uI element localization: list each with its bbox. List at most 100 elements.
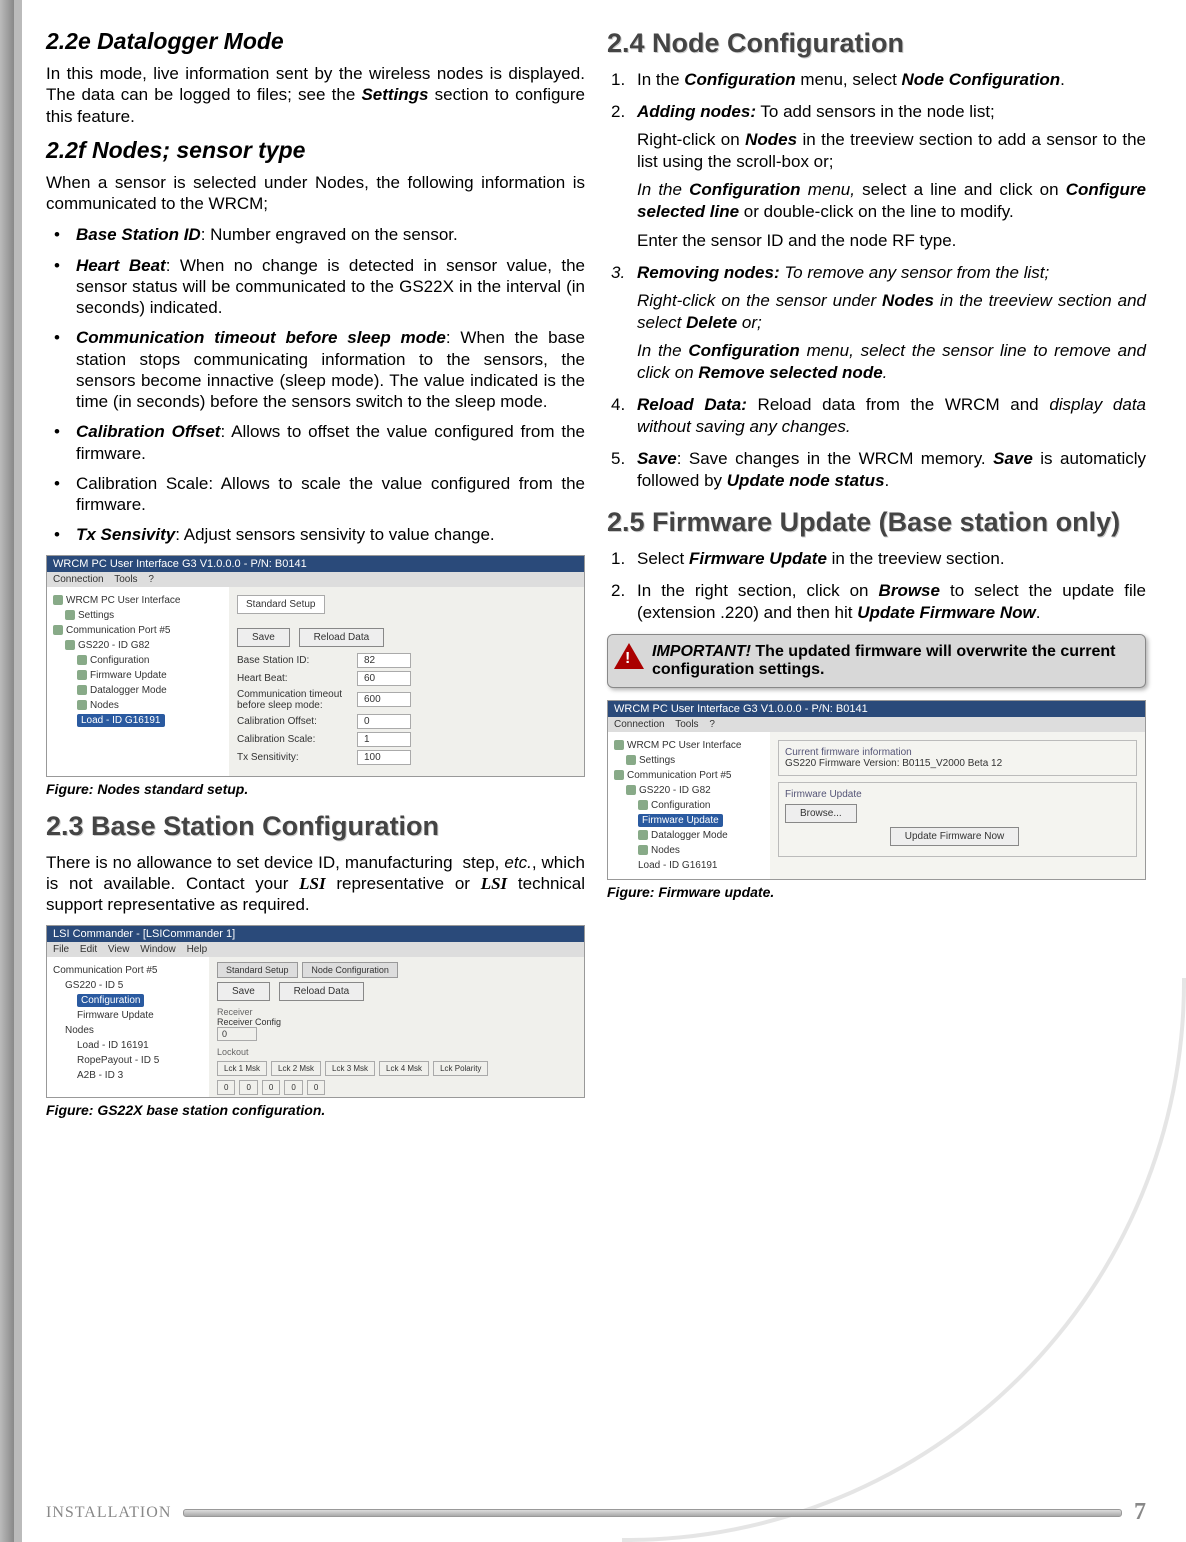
tree-cfg[interactable]: Configuration	[77, 653, 223, 668]
tree-settings[interactable]: Settings	[65, 608, 223, 623]
fig2-titlebar: LSI Commander - [LSICommander 1]	[47, 926, 584, 942]
f1-label: Base Station ID:	[237, 655, 357, 666]
heading-24: 2.4 Node Configuration	[607, 28, 1146, 59]
fig2-menu-view[interactable]: View	[108, 944, 130, 955]
fig2-menu-edit[interactable]: Edit	[80, 944, 97, 955]
bullet-base-station-id: Base Station ID: Number engraved on the …	[46, 224, 585, 245]
bullet-list-22f: Base Station ID: Number engraved on the …	[46, 224, 585, 545]
warning-icon	[614, 643, 644, 669]
tree-nodes[interactable]: Nodes	[77, 698, 223, 713]
tab-standard-setup[interactable]: Standard Setup	[217, 962, 298, 978]
fig2-save-button[interactable]: Save	[217, 982, 270, 1001]
fig2-tree-fw[interactable]: Firmware Update	[77, 1008, 203, 1023]
fig1-menu-help[interactable]: ?	[148, 574, 154, 585]
tree-dl[interactable]: Datalogger Mode	[77, 683, 223, 698]
bullet-tx-sensivity: Tx Sensivity: Adjust sensors sensivity t…	[46, 524, 585, 545]
fig1-menubar: Connection Tools ?	[47, 572, 584, 587]
figure-firmware-update: WRCM PC User Interface G3 V1.0.0.0 - P/N…	[607, 700, 1146, 880]
alert-lead: IMPORTANT!	[652, 643, 751, 660]
page-number: 7	[1134, 1499, 1146, 1526]
fig2-menu-window[interactable]: Window	[140, 944, 176, 955]
fig3-menu-tools[interactable]: Tools	[675, 719, 698, 730]
para-23: There is no allowance to set device ID, …	[46, 852, 585, 916]
para-22e: In this mode, live information sent by t…	[46, 63, 585, 127]
footer-rule	[183, 1509, 1122, 1517]
update-firmware-now-button[interactable]: Update Firmware Now	[890, 827, 1019, 846]
list-24: 1.In the Configuration menu, select Node…	[607, 69, 1146, 493]
step-24-5: 5.Save: Save changes in the WRCM memory.…	[607, 448, 1146, 492]
important-alert: IMPORTANT! The updated firmware will ove…	[607, 634, 1146, 688]
left-decor-bar	[0, 0, 14, 1542]
f4-label: Calibration Offset:	[237, 716, 357, 727]
f2-label: Heart Beat:	[237, 673, 357, 684]
f4-value[interactable]: 0	[357, 714, 411, 729]
f3-value[interactable]: 600	[357, 692, 411, 707]
f3-label: Communication timeout before sleep mode:	[237, 689, 357, 711]
tree-fw[interactable]: Firmware Update	[77, 668, 223, 683]
fig2-tree-port[interactable]: Communication Port #5	[53, 963, 203, 978]
footer-section-label: INSTALLATION	[46, 1504, 171, 1522]
fig2-tree: Communication Port #5 GS220 - ID 5 Confi…	[47, 957, 209, 1097]
left-column: 2.2e Datalogger Mode In this mode, live …	[46, 28, 585, 1128]
fig3-tree-port[interactable]: Communication Port #5	[614, 768, 764, 783]
step-24-1: 1.In the Configuration menu, select Node…	[607, 69, 1146, 91]
lockout-label: Lockout	[217, 1047, 576, 1057]
tab-node-config[interactable]: Node Configuration	[302, 962, 398, 978]
tree-load-sel[interactable]: Load - ID G16191	[77, 713, 223, 728]
fig3-menu-connection[interactable]: Connection	[614, 719, 665, 730]
fig1-panel-header: Standard Setup	[237, 595, 325, 614]
step-24-4: 4.Reload Data: Reload data from the WRCM…	[607, 394, 1146, 438]
tree-gs[interactable]: GS220 - ID G82	[65, 638, 223, 653]
f2-value[interactable]: 60	[357, 671, 411, 686]
fig1-tree: WRCM PC User Interface Settings Communic…	[47, 587, 229, 776]
tree-root[interactable]: WRCM PC User Interface	[53, 593, 223, 608]
fig3-menubar: Connection Tools ?	[608, 717, 1145, 732]
fig2-menu-help[interactable]: Help	[187, 944, 208, 955]
fw-update-label: Firmware Update	[785, 789, 1130, 800]
bullet-cal-scale: Calibration Scale: Allows to scale the v…	[46, 473, 585, 516]
f5-label: Calibration Scale:	[237, 734, 357, 745]
tree-port[interactable]: Communication Port #5	[53, 623, 223, 638]
fig3-body: WRCM PC User Interface Settings Communic…	[608, 732, 1145, 879]
fig3-tree: WRCM PC User Interface Settings Communic…	[608, 732, 770, 879]
save-button[interactable]: Save	[237, 628, 290, 647]
f5-value[interactable]: 1	[357, 732, 411, 747]
f6-value[interactable]: 100	[357, 750, 411, 765]
step-24-2: 2.Adding nodes: To add sensors in the no…	[607, 101, 1146, 252]
fig2-reload-button[interactable]: Reload Data	[279, 982, 365, 1001]
fig3-tree-dl[interactable]: Datalogger Mode	[638, 828, 764, 843]
fig3-menu-help[interactable]: ?	[709, 719, 715, 730]
fig1-menu-connection[interactable]: Connection	[53, 574, 104, 585]
heading-23: 2.3 Base Station Configuration	[46, 811, 585, 842]
receiver-label: Receiver	[217, 1007, 576, 1017]
fig2-tree-cfg[interactable]: Configuration	[77, 993, 203, 1008]
fw-update-group: Firmware Update Browse... Update Firmwar…	[778, 782, 1137, 857]
step-24-3: 3.Removing nodes: To remove any sensor f…	[607, 262, 1146, 384]
receiver-config-value[interactable]: 0	[217, 1027, 257, 1041]
reload-data-button[interactable]: Reload Data	[299, 628, 385, 647]
fig3-tree-load[interactable]: Load - ID G16191	[638, 858, 764, 873]
fig2-tree-c[interactable]: A2B - ID 3	[77, 1068, 203, 1083]
fig1-panel: Standard Setup Save Reload Data Base Sta…	[229, 587, 584, 776]
fig2-tree-gs[interactable]: GS220 - ID 5	[65, 978, 203, 993]
f1-value[interactable]: 82	[357, 653, 411, 668]
fig2-tree-a[interactable]: Load - ID 16191	[77, 1038, 203, 1053]
fig2-tree-nodes[interactable]: Nodes	[65, 1023, 203, 1038]
current-fw-label: Current firmware information	[785, 747, 1130, 758]
fig3-tree-cfg[interactable]: Configuration	[638, 798, 764, 813]
bullet-heart-beat: Heart Beat: When no change is detected i…	[46, 255, 585, 319]
figure-gs22x-config: LSI Commander - [LSICommander 1] File Ed…	[46, 925, 585, 1098]
fig2-menu-file[interactable]: File	[53, 944, 69, 955]
fig3-tree-fw[interactable]: Firmware Update	[638, 813, 764, 828]
list-25: 1.Select Firmware Update in the treeview…	[607, 548, 1146, 624]
fig2-tree-b[interactable]: RopePayout - ID 5	[77, 1053, 203, 1068]
fig3-tree-root[interactable]: WRCM PC User Interface	[614, 738, 764, 753]
step-25-2: 2.In the right section, click on Browse …	[607, 580, 1146, 624]
bullet-cal-offset: Calibration Offset: Allows to offset the…	[46, 421, 585, 464]
fig3-tree-nodes[interactable]: Nodes	[638, 843, 764, 858]
lockout-headers: Lck 1 Msk Lck 2 Msk Lck 3 Msk Lck 4 Msk …	[217, 1061, 576, 1076]
fig3-tree-gs[interactable]: GS220 - ID G82	[626, 783, 764, 798]
browse-button[interactable]: Browse...	[785, 804, 857, 823]
fig1-menu-tools[interactable]: Tools	[114, 574, 137, 585]
fig3-tree-settings[interactable]: Settings	[626, 753, 764, 768]
